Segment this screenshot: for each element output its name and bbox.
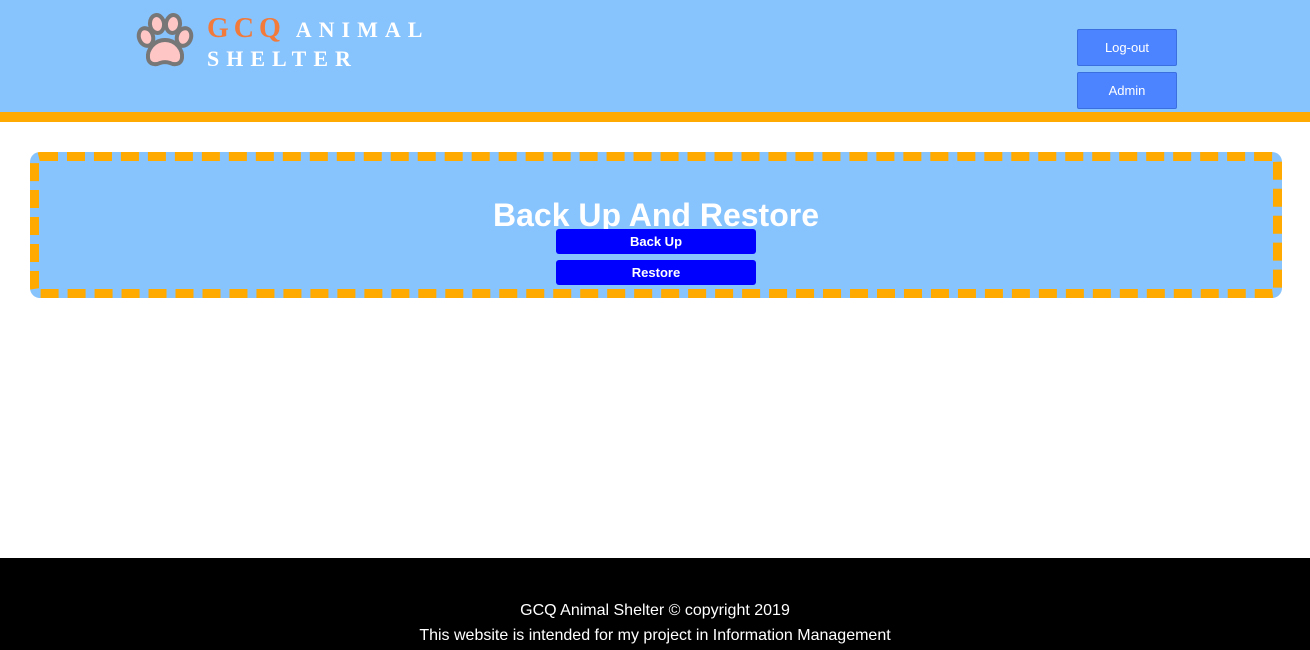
backup-button[interactable]: Back Up [556,229,756,254]
admin-button[interactable]: Admin [1077,72,1177,109]
brand-shelter: SHELTER [207,46,358,71]
backup-restore-panel: Back Up And Restore Back Up Restore [30,152,1282,298]
brand-animal: ANIMAL [295,17,430,42]
footer-copyright: GCQ Animal Shelter © copyright 2019 [520,602,790,619]
logout-button[interactable]: Log-out [1077,29,1177,66]
brand-gcq: GCQ [207,13,286,44]
site-footer: GCQ Animal Shelter © copyright 2019 This… [0,558,1310,650]
site-header: GCQ ANIMAL SHELTER Log-out Admin [0,0,1310,122]
brand-title: GCQ ANIMAL SHELTER [207,14,429,74]
footer-note: This website is intended for my project … [419,627,891,644]
page-title: Back Up And Restore [493,197,819,233]
paw-icon [136,13,194,67]
restore-button[interactable]: Restore [556,260,756,285]
